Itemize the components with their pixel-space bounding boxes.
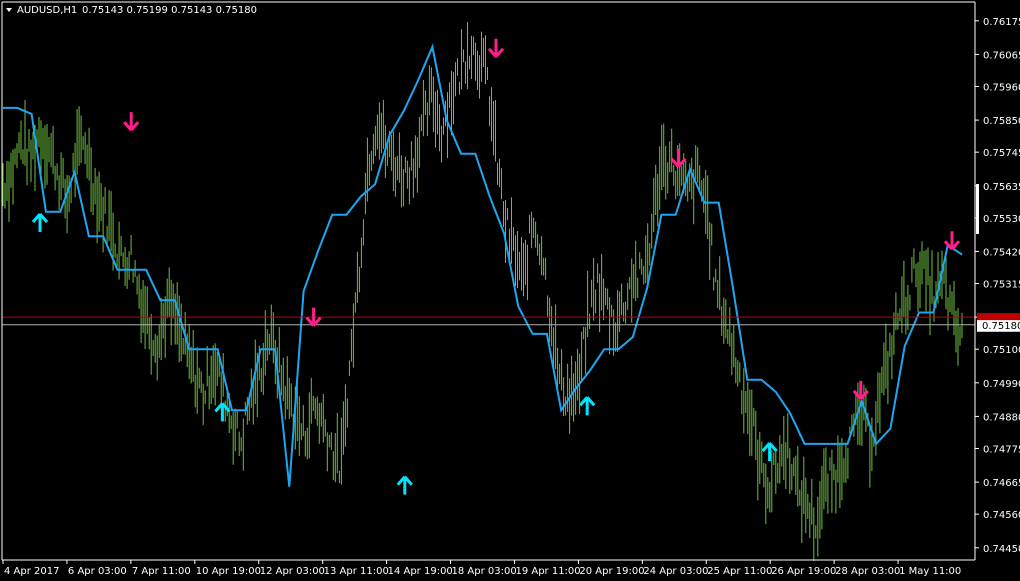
y-tick-label: 0.76175: [983, 17, 1020, 28]
x-tick-label: 12 Apr 03:00: [260, 566, 325, 577]
x-tick-label: 14 Apr 19:00: [388, 566, 453, 577]
x-tick-label: 1 May 11:00: [899, 566, 961, 577]
x-tick-label: 25 Apr 11:00: [707, 566, 772, 577]
y-tick-label: 0.74775: [983, 444, 1020, 455]
x-tick-label: 28 Apr 03:00: [835, 566, 900, 577]
y-tick-label: 0.75635: [983, 182, 1020, 193]
buy-arrow-icon: [579, 396, 596, 416]
y-tick-label: 0.75420: [983, 247, 1020, 258]
x-tick-label: 26 Apr 19:00: [771, 566, 836, 577]
buy-arrow-icon: [396, 475, 413, 495]
y-tick-label: 0.75100: [983, 345, 1020, 356]
buy-arrow-icon: [761, 442, 778, 462]
current-price-label: 0.75180: [982, 321, 1020, 332]
y-tick-label: 0.74665: [983, 478, 1020, 489]
x-tick-label: 24 Apr 03:00: [643, 566, 708, 577]
x-tick-label: 19 Apr 11:00: [515, 566, 580, 577]
price-chart[interactable]: 0.76175 0.76065 0.75960 0.75850 0.75745 0.756…: [0, 0, 1020, 581]
quote-values: 0.75143 0.75199 0.75143 0.75180: [82, 5, 257, 16]
y-tick-label: 0.75960: [983, 82, 1020, 93]
x-tick-label: 7 Apr 11:00: [132, 566, 191, 577]
sell-arrow-icon: [305, 307, 322, 327]
y-tick-label: 0.74880: [983, 412, 1020, 423]
y-tick-label: 0.74990: [983, 379, 1020, 390]
y-axis-ticks: 0.76175 0.76065 0.75960 0.75850 0.75745 0.756…: [975, 17, 1020, 555]
sell-arrow-icon: [487, 38, 505, 58]
chart-canvas[interactable]: 0.76175 0.76065 0.75960 0.75850 0.75745 0.756…: [0, 0, 1020, 581]
y-tick-label: 0.75315: [983, 280, 1020, 291]
y-tick-label: 0.75850: [983, 116, 1020, 127]
symbol-timeframe: AUDUSD,H1: [17, 5, 77, 16]
sell-arrow-icon: [123, 112, 140, 132]
x-tick-label: 20 Apr 19:00: [579, 566, 644, 577]
y-tick-label: 0.75530: [983, 214, 1020, 225]
y-tick-label: 0.74560: [983, 510, 1020, 521]
scrollbar-marker[interactable]: [976, 184, 979, 234]
x-axis-ticks: 4 Apr 2017 6 Apr 03:00 7 Apr 11:00 10 Apr 1…: [2, 560, 961, 577]
x-tick-label: 10 Apr 19:00: [196, 566, 261, 577]
buy-arrow-icon: [31, 212, 49, 232]
y-tick-label: 0.75745: [983, 148, 1020, 159]
x-tick-label: 18 Apr 03:00: [452, 566, 517, 577]
y-tick-label: 0.76065: [983, 50, 1020, 61]
y-tick-label: 0.74450: [983, 544, 1020, 555]
x-tick-label: 4 Apr 2017: [4, 566, 59, 577]
symbol-dropdown-icon[interactable]: [6, 8, 12, 12]
red-price-tag: [977, 313, 1020, 321]
price-bars-layer: [2, 22, 963, 561]
x-tick-label: 13 Apr 11:00: [324, 566, 389, 577]
trailing-stop-line: [3, 43, 963, 487]
x-tick-label: 6 Apr 03:00: [68, 566, 127, 577]
